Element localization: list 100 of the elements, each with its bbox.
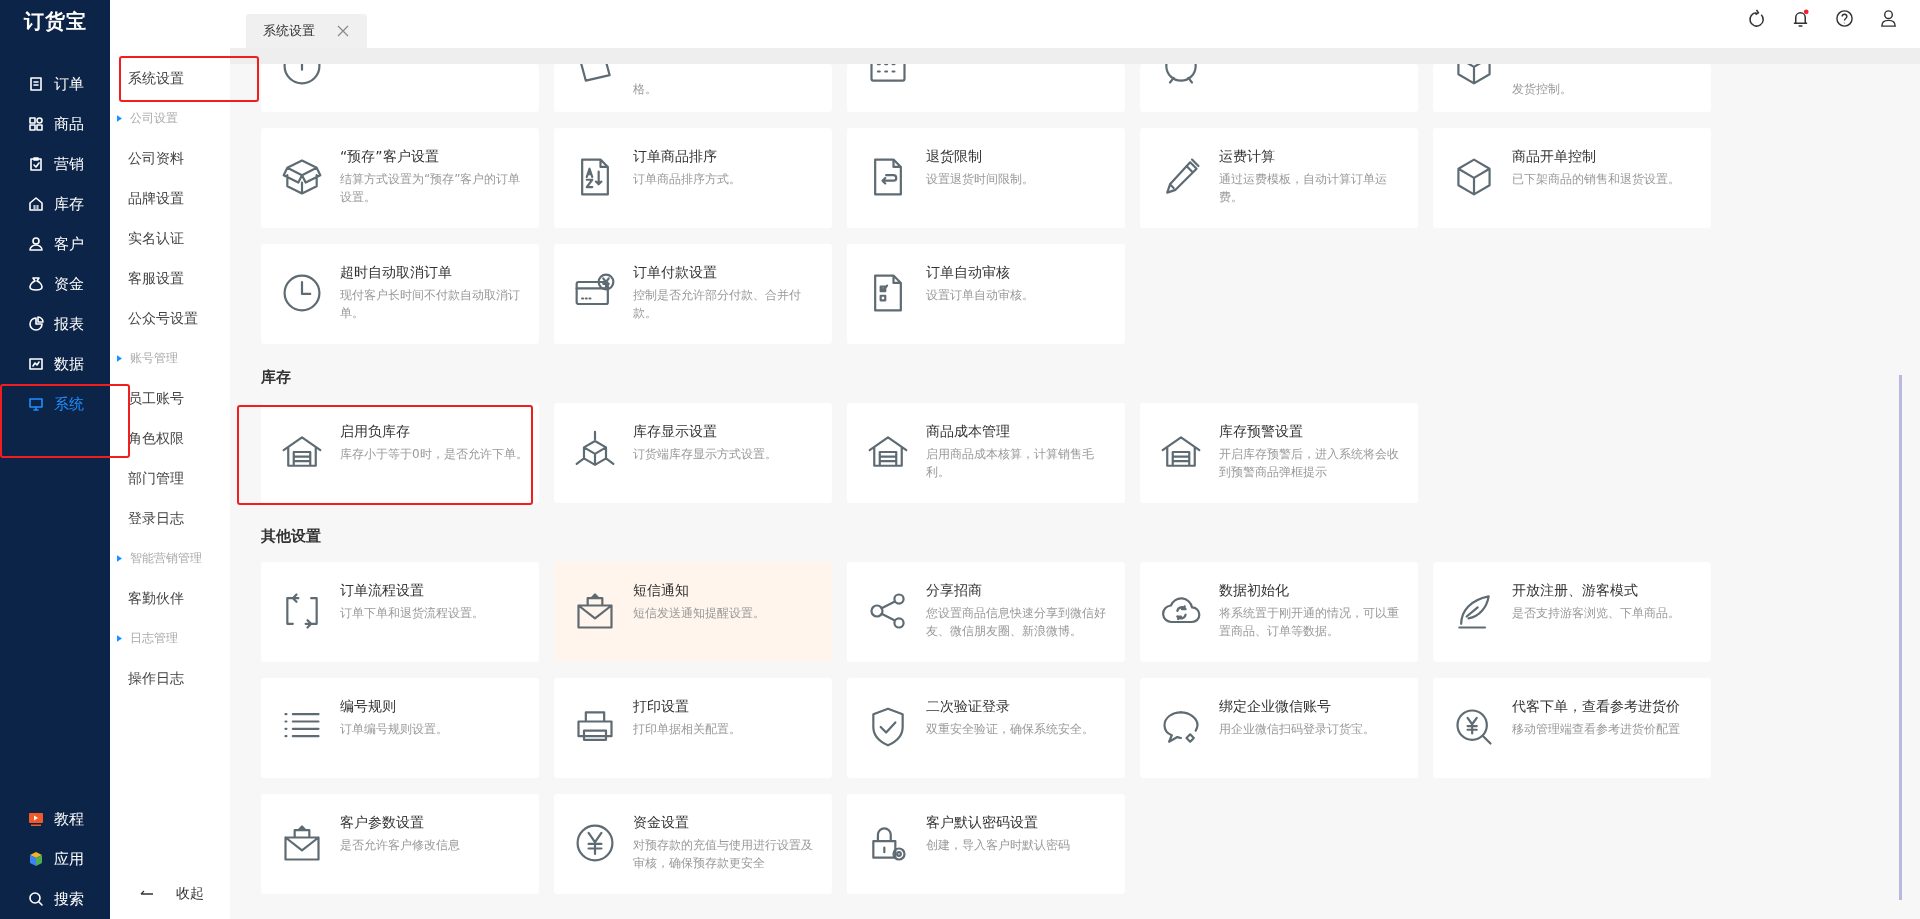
card-description: 设置订单自动审核。 (926, 287, 1035, 304)
settings-card[interactable]: 退货限制 设置退货时间限制。 (847, 128, 1125, 228)
settings-card[interactable]: 数据初始化 将系统置于刚开通的情况，可以重置商品、订单等数据。 (1140, 562, 1418, 662)
card-description: 库存小于等于0时，是否允许下单。 (340, 446, 529, 463)
settings-card[interactable]: 分享招商 您设置商品信息快速分享到微信好友、微信朋友圈、新浪微博。 (847, 562, 1125, 662)
card-title: “预存”客户设置 (340, 148, 440, 166)
card-description: 结算方式设置为“预存”客户的订单设置。 (340, 171, 522, 206)
house-icon (28, 196, 44, 212)
submenu-item[interactable]: 客勤伙伴 (110, 578, 230, 618)
settings-card[interactable]: 商品开单控制 已下架商品的销售和退货设置。 (1433, 128, 1711, 228)
submenu-item[interactable]: 品牌设置 (110, 178, 230, 218)
nav-item[interactable]: 订单 (0, 64, 110, 104)
collapse-button[interactable]: 收起 (110, 885, 230, 919)
nav-item[interactable]: 营销 (0, 144, 110, 184)
clipboard-icon (28, 156, 44, 172)
help-icon[interactable] (1835, 8, 1854, 28)
settings-card[interactable]: 订单自动审核 设置订单自动审核。 (847, 244, 1125, 344)
card-description: 设置退货时间限制。 (926, 171, 1035, 188)
scrollbar[interactable] (1899, 375, 1902, 900)
card-description: 打印单据相关配置。 (633, 721, 742, 738)
card-description: 控制是否允许部分付款、合并付款。 (633, 287, 802, 322)
card-title: 代客下单，查看参考进货价 (1512, 698, 1681, 716)
settings-card[interactable]: 运费计算 通过运费模板，自动计算订单运费。 (1140, 128, 1418, 228)
pie-chart-icon (28, 316, 44, 332)
arrow-left-icon (140, 890, 154, 898)
nav-item[interactable]: 教程 (0, 799, 110, 839)
card-description: 将系统置于刚开通的情况，可以重置商品、订单等数据。 (1219, 605, 1400, 640)
user-icon (28, 236, 44, 252)
close-icon[interactable] (337, 25, 349, 37)
submenu-item[interactable]: 员工账号 (110, 378, 230, 418)
submenu-item[interactable]: 公司资料 (110, 138, 230, 178)
bell-icon[interactable] (1791, 8, 1810, 28)
card-description: 是否支持游客浏览、下单商品。 (1512, 605, 1681, 622)
card-description: 现付客户长时间不付款自动取消订单。 (340, 287, 521, 322)
submenu-item[interactable]: 客服设置 (110, 258, 230, 298)
settings-card[interactable]: 商品成本管理 启用商品成本核算，计算销售毛利。 (847, 403, 1125, 503)
settings-card[interactable]: 二次验证登录 双重安全验证，确保系统安全。 (847, 678, 1125, 778)
card-description: 启用商品成本核算，计算销售毛利。 (926, 446, 1095, 481)
settings-card[interactable]: 短信通知 短信发送通知提醒设置。 (554, 562, 832, 662)
settings-card[interactable]: 绑定企业微信账号 用企业微信扫码登录订货宝。 (1140, 678, 1418, 778)
group-label: 智能营销管理 (130, 549, 202, 567)
settings-card[interactable]: 超时自动取消订单 现付客户长时间不付款自动取消订单。 (261, 244, 539, 344)
nav-item[interactable]: 客户 (0, 224, 110, 264)
settings-card[interactable]: 打印设置 打印单据相关配置。 (554, 678, 832, 778)
card-description: 对预存款的充值与使用进行设置及审核，确保预存款更安全 (633, 837, 814, 872)
card-title: 订单付款设置 (633, 264, 718, 282)
submenu-item[interactable]: 实名认证 (110, 218, 230, 258)
document-icon (28, 76, 44, 92)
submenu-item[interactable]: 系统设置 (110, 58, 230, 98)
nav-item[interactable]: 搜索 (0, 879, 110, 919)
settings-card[interactable]: 启用负库存 库存小于等于0时，是否允许下单。 (261, 403, 539, 503)
nav-item[interactable]: 资金 (0, 264, 110, 304)
settings-card[interactable]: 资金设置 对预存款的充值与使用进行设置及审核，确保预存款更安全 (554, 794, 832, 894)
card-description: 已下架商品的销售和退货设置。 (1512, 171, 1681, 188)
card-title: 订单商品排序 (633, 148, 718, 166)
triangle-icon (117, 634, 122, 642)
card-title: 退货限制 (926, 148, 983, 166)
submenu-item[interactable]: 公众号设置 (110, 298, 230, 338)
settings-card[interactable]: 订单流程设置 订单下单和退货流程设置。 (261, 562, 539, 662)
nav-item[interactable]: 报表 (0, 304, 110, 344)
nav-item[interactable]: 库存 (0, 184, 110, 224)
settings-card[interactable]: 订单商品排序 订单商品排序方式。 (554, 128, 832, 228)
monitor-icon (28, 396, 44, 412)
triangle-icon (117, 114, 122, 122)
tab[interactable]: 系统设置 (246, 14, 367, 48)
settings-card[interactable]: 代客下单，查看参考进货价 移动管理端查看参考进货价配置 (1433, 678, 1711, 778)
section-heading: 库存 (261, 367, 292, 388)
settings-card[interactable]: 库存预警设置 开启库存预警后，进入系统将会收到预警商品弹框提示 (1140, 403, 1418, 503)
user-icon[interactable] (1879, 8, 1898, 28)
settings-card[interactable]: 库存显示设置 订货端库存显示方式设置。 (554, 403, 832, 503)
submenu-item[interactable]: 部门管理 (110, 458, 230, 498)
grid-icon (28, 116, 44, 132)
chart-screen-icon (28, 356, 44, 372)
nav-item[interactable]: 应用 (0, 839, 110, 879)
submenu-item[interactable]: 登录日志 (110, 498, 230, 538)
settings-card[interactable]: 客户参数设置 是否允许客户修改信息 (261, 794, 539, 894)
group-label: 公司设置 (130, 109, 178, 127)
nav-item[interactable]: 系统 (0, 384, 110, 424)
card-title: 分享招商 (926, 582, 983, 600)
card-title: 数据初始化 (1219, 582, 1290, 600)
settings-card[interactable]: 订单付款设置 控制是否允许部分付款、合并付款。 (554, 244, 832, 344)
settings-card[interactable]: 编号规则 订单编号规则设置。 (261, 678, 539, 778)
card-description: 用企业微信扫码登录订货宝。 (1219, 721, 1376, 738)
triangle-icon (117, 354, 122, 362)
settings-card[interactable]: 客户默认密码设置 创建，导入客户时默认密码 (847, 794, 1125, 894)
settings-card[interactable]: 开放注册、游客模式 是否支持游客浏览、下单商品。 (1433, 562, 1711, 662)
app-logo: 订货宝 (22, 8, 88, 35)
refresh-icon[interactable] (1747, 8, 1766, 28)
card-title: 客户默认密码设置 (926, 814, 1039, 832)
card-description: 双重安全验证，确保系统安全。 (926, 721, 1095, 738)
search-icon (28, 891, 44, 907)
nav-item[interactable]: 数据 (0, 344, 110, 384)
card-title: 订单自动审核 (926, 264, 1011, 282)
nav-item[interactable]: 商品 (0, 104, 110, 144)
card-description: 格。 (633, 81, 658, 98)
card-description: 开启库存预警后，进入系统将会收到预警商品弹框提示 (1219, 446, 1400, 481)
settings-card[interactable]: “预存”客户设置 结算方式设置为“预存”客户的订单设置。 (261, 128, 539, 228)
submenu-item[interactable]: 操作日志 (110, 658, 230, 698)
card-title: 客户参数设置 (340, 814, 425, 832)
play-icon (28, 811, 44, 827)
